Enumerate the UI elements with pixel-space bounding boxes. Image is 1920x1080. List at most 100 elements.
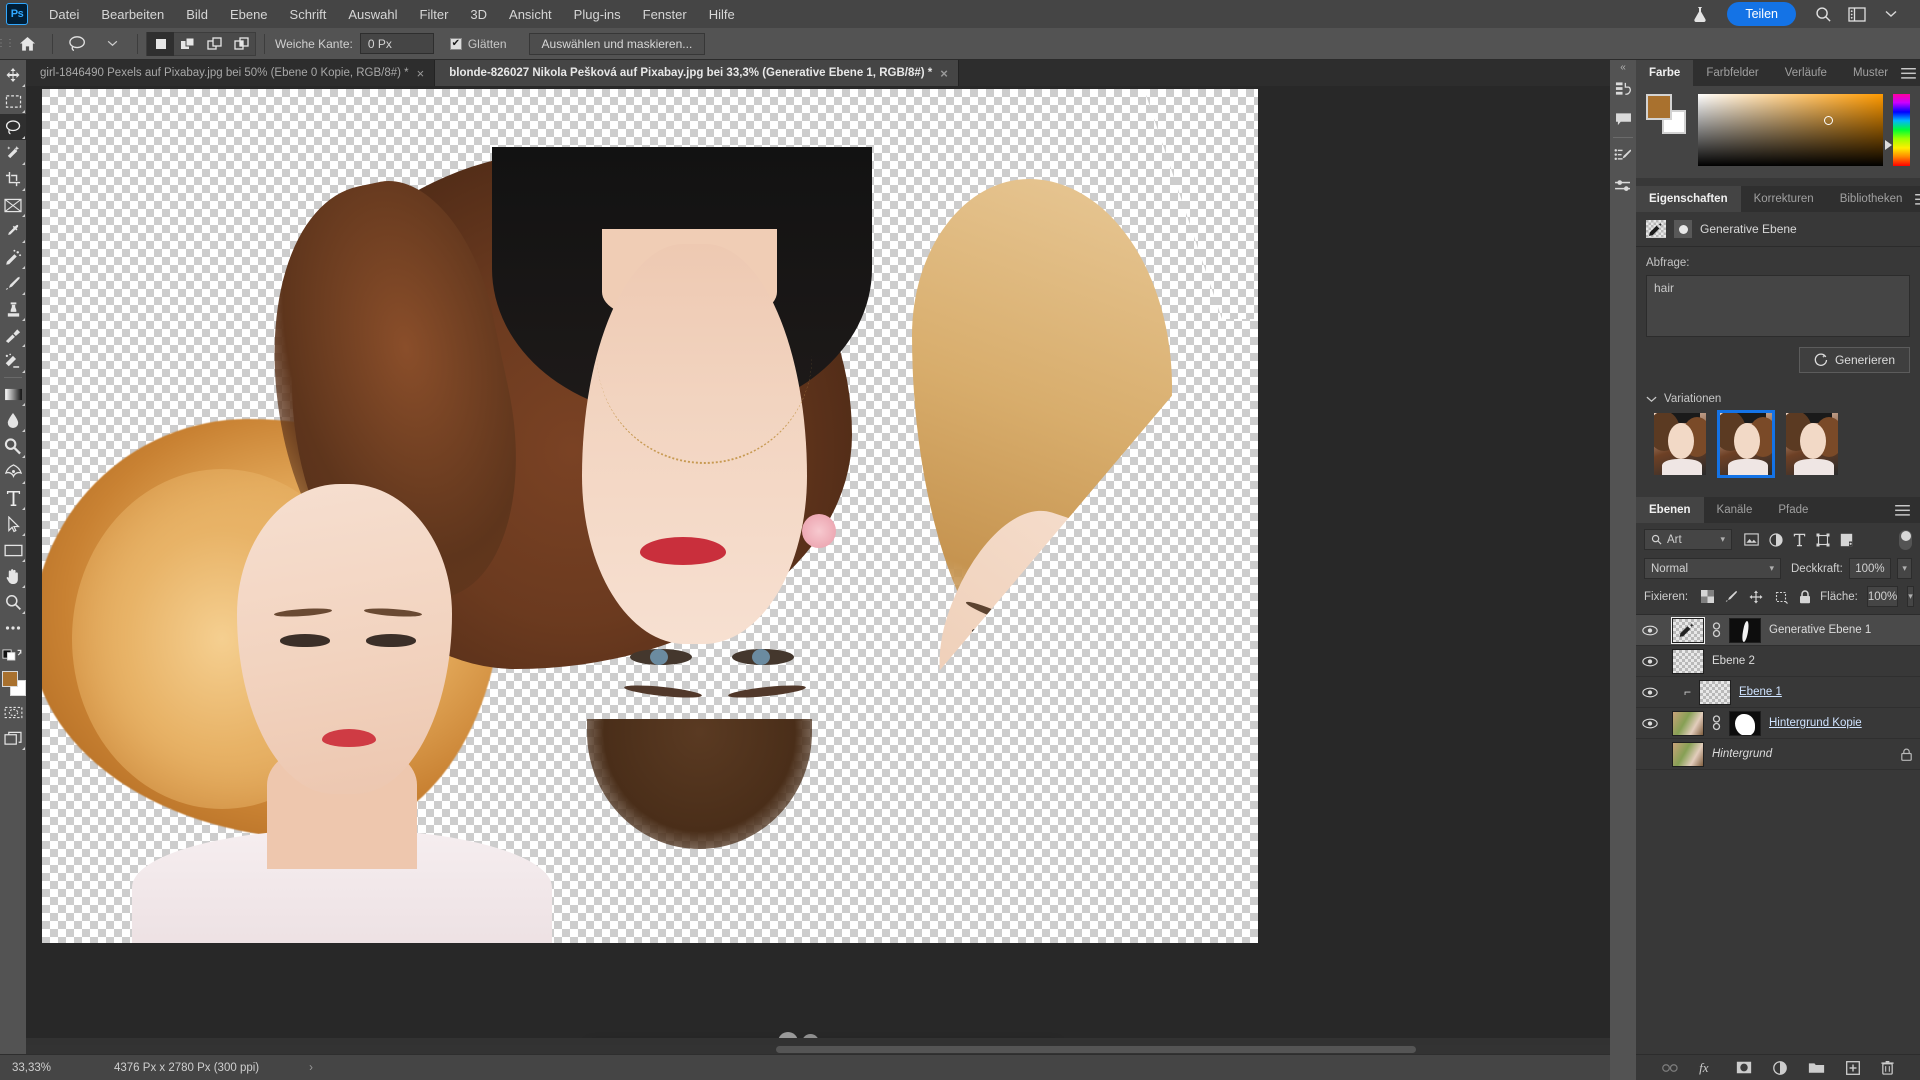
adjustment-filter-icon[interactable]	[1769, 532, 1783, 547]
share-button[interactable]: Teilen	[1727, 2, 1796, 26]
pixel-filter-icon[interactable]	[1744, 533, 1759, 546]
chevron-down-icon[interactable]	[1646, 395, 1657, 403]
layer-thumbnail[interactable]	[1671, 616, 1705, 644]
tab-ebenen[interactable]: Ebenen	[1636, 497, 1704, 523]
tab-eigenschaften[interactable]: Eigenschaften	[1636, 186, 1741, 212]
fill-value[interactable]: 100%	[1866, 586, 1899, 607]
lasso-tool-icon[interactable]	[61, 28, 95, 60]
new-selection-button[interactable]	[147, 31, 174, 56]
hue-slider[interactable]	[1885, 94, 1910, 166]
menu-filter[interactable]: Filter	[409, 3, 460, 26]
color-swatches[interactable]	[0, 669, 26, 699]
tab-bibliotheken[interactable]: Bibliotheken	[1826, 186, 1916, 212]
feather-input[interactable]: 0 Px	[359, 33, 434, 54]
color-swatch-pair[interactable]	[1646, 94, 1688, 134]
menu-datei[interactable]: Datei	[38, 3, 90, 26]
layer-name[interactable]: Hintergrund	[1712, 748, 1772, 760]
crop-tool[interactable]	[0, 166, 26, 192]
path-selection-tool[interactable]	[0, 511, 26, 537]
rectangle-tool[interactable]	[0, 537, 26, 563]
layer-thumbnail[interactable]	[1672, 710, 1704, 736]
menu-bearbeiten[interactable]: Bearbeiten	[90, 3, 175, 26]
panel-menu-icon[interactable]	[1895, 497, 1920, 523]
subtract-from-selection-button[interactable]	[201, 32, 228, 56]
options-bar-grip[interactable]: ⋮⋮	[0, 28, 15, 60]
type-filter-icon[interactable]	[1793, 533, 1806, 547]
lock-image-pixels-icon[interactable]	[1725, 590, 1738, 603]
object-selection-tool[interactable]	[0, 140, 26, 166]
opacity-dropdown-icon[interactable]: ▾	[1897, 558, 1912, 579]
foreground-color-swatch[interactable]	[2, 671, 18, 687]
eraser-tool[interactable]	[0, 348, 26, 374]
collapse-panels-icon[interactable]: «	[1610, 60, 1636, 74]
scrollbar-thumb[interactable]	[776, 1046, 1416, 1053]
table-row[interactable]: ⌐ Ebene 1	[1636, 677, 1920, 708]
layer-visibility-icon[interactable]	[1636, 687, 1664, 698]
tool-preset-chevron-icon[interactable]	[95, 28, 129, 60]
menu-schrift[interactable]: Schrift	[279, 3, 338, 26]
default-colors-icon[interactable]	[0, 641, 26, 667]
color-picker-marker[interactable]	[1823, 115, 1833, 125]
link-layers-icon[interactable]	[1662, 1063, 1678, 1073]
menu-auswahl[interactable]: Auswahl	[337, 3, 408, 26]
smart-object-filter-icon[interactable]	[1840, 533, 1853, 547]
menu-plugins[interactable]: Plug-ins	[563, 3, 632, 26]
table-row[interactable]: Ebene 2	[1636, 646, 1920, 677]
new-layer-icon[interactable]	[1846, 1060, 1860, 1075]
layer-name[interactable]: Generative Ebene 1	[1769, 624, 1871, 636]
tab-verlaeufe[interactable]: Verläufe	[1771, 60, 1840, 86]
tab-farbe[interactable]: Farbe	[1636, 60, 1694, 86]
new-group-icon[interactable]	[1808, 1061, 1825, 1074]
fill-dropdown-icon[interactable]: ▾	[1907, 586, 1914, 607]
layer-visibility-icon[interactable]	[1636, 656, 1664, 667]
adjustment-layer-icon[interactable]	[1773, 1060, 1787, 1075]
workspace-icon[interactable]	[1842, 2, 1872, 26]
home-icon[interactable]	[10, 28, 44, 60]
opacity-value[interactable]: 100%	[1848, 558, 1892, 579]
dodge-tool[interactable]	[0, 433, 26, 459]
flask-icon[interactable]	[1685, 2, 1715, 26]
link-icon[interactable]	[1712, 715, 1721, 731]
brush-settings-icon[interactable]	[1610, 141, 1636, 171]
table-row[interactable]: Hintergrund	[1636, 739, 1920, 770]
pen-tool[interactable]	[0, 459, 26, 485]
screen-mode-tool[interactable]	[0, 725, 26, 751]
layer-mask-thumbnail[interactable]	[1729, 617, 1761, 643]
tab-pfade[interactable]: Pfade	[1765, 497, 1822, 523]
panel-menu-icon[interactable]	[1915, 186, 1920, 212]
prompt-textarea[interactable]: hair	[1646, 275, 1910, 337]
search-icon[interactable]	[1808, 2, 1838, 26]
tab-kanaele[interactable]: Kanäle	[1703, 497, 1766, 523]
quick-mask-tool[interactable]	[0, 699, 26, 725]
layer-thumbnail[interactable]	[1672, 741, 1704, 767]
layer-name[interactable]: Ebene 1	[1739, 686, 1782, 698]
add-to-selection-button[interactable]	[174, 32, 201, 56]
table-row[interactable]: Hintergrund Kopie	[1636, 708, 1920, 739]
layer-visibility-icon[interactable]	[1636, 625, 1664, 636]
rectangular-marquee-tool[interactable]	[0, 88, 26, 114]
edit-toolbar-tool[interactable]	[0, 615, 26, 641]
menu-bild[interactable]: Bild	[175, 3, 219, 26]
close-icon[interactable]: ×	[940, 67, 948, 80]
lock-position-icon[interactable]	[1749, 590, 1763, 604]
variation-thumbnail-3[interactable]	[1786, 413, 1838, 475]
menu-hilfe[interactable]: Hilfe	[698, 3, 746, 26]
blur-tool[interactable]	[0, 407, 26, 433]
color-field[interactable]	[1698, 94, 1883, 166]
lock-transparent-pixels-icon[interactable]	[1701, 590, 1715, 603]
brush-tool[interactable]	[0, 270, 26, 296]
link-icon[interactable]	[1712, 622, 1721, 638]
antialias-checkbox[interactable]: ✔ Glätten	[449, 37, 507, 51]
comment-icon[interactable]	[1610, 104, 1636, 134]
chevron-down-icon[interactable]: ▾	[1720, 534, 1725, 545]
clone-stamp-tool[interactable]	[0, 296, 26, 322]
zoom-tool[interactable]	[0, 589, 26, 615]
chevron-down-icon[interactable]: ▾	[1769, 563, 1774, 574]
layer-name[interactable]: Hintergrund Kopie	[1769, 717, 1862, 729]
menu-3d[interactable]: 3D	[459, 3, 498, 26]
delete-layer-icon[interactable]	[1881, 1060, 1894, 1075]
canvas-horizontal-scrollbar[interactable]	[26, 1045, 1628, 1054]
layer-thumbnail[interactable]	[1699, 679, 1732, 705]
move-tool[interactable]	[0, 62, 26, 88]
document-tab-1[interactable]: girl-1846490 Pexels auf Pixabay.jpg bei …	[26, 60, 436, 86]
